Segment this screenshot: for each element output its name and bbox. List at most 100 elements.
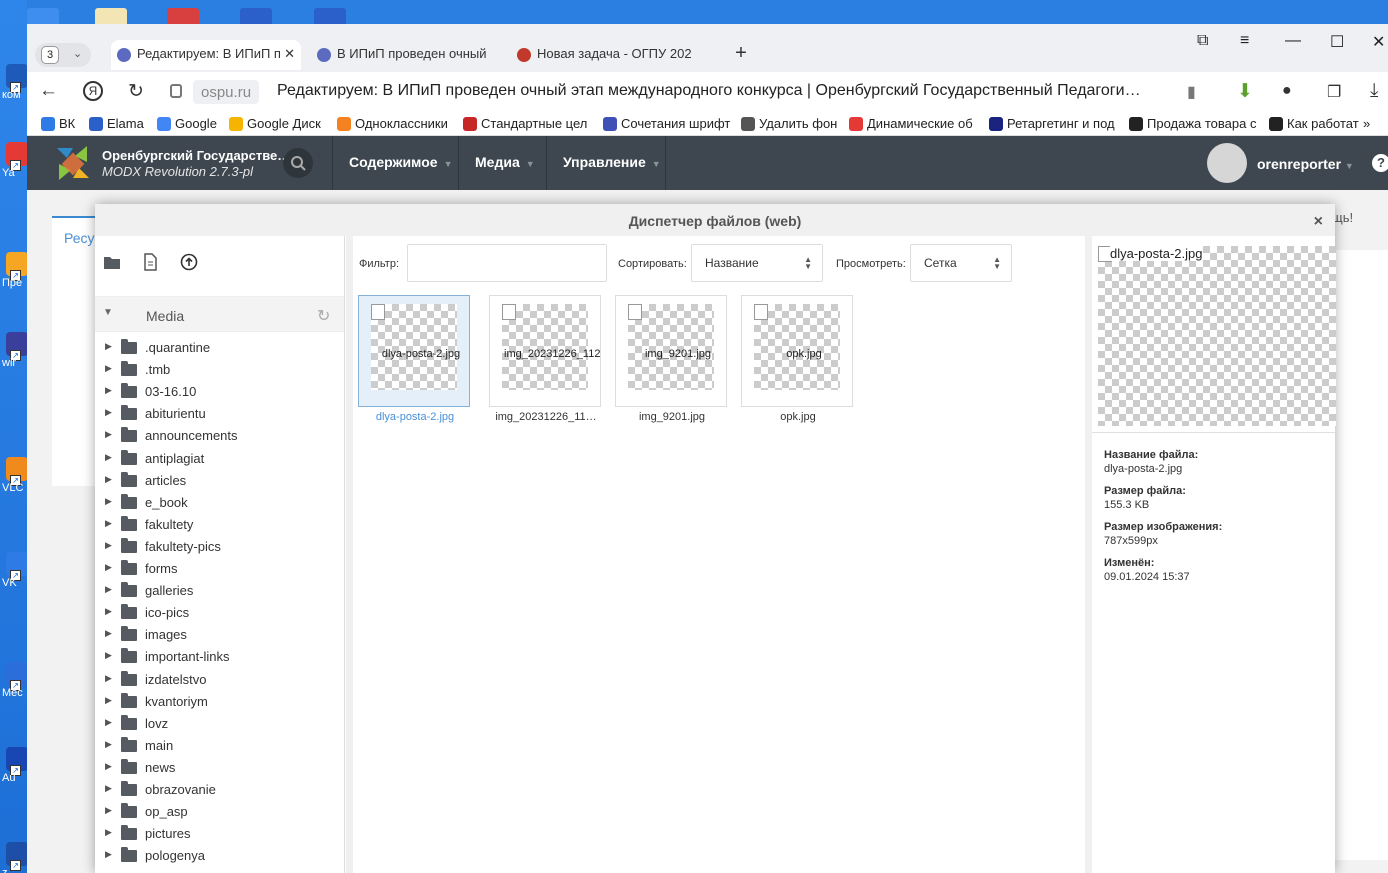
folder-node[interactable]: ▶ .quarantine (95, 337, 344, 359)
folder-node[interactable]: ▶ forms (95, 558, 344, 580)
extension-icon[interactable]: ● (1282, 82, 1292, 100)
caret-right-icon[interactable]: ▶ (105, 783, 112, 794)
folder-node[interactable]: ▶ announcements (95, 425, 344, 447)
desktop-icon[interactable] (314, 8, 346, 24)
refresh-icon[interactable]: ↻ (317, 306, 330, 326)
bookmark-icon[interactable]: ▮ (1187, 82, 1196, 102)
caret-right-icon[interactable]: ▶ (105, 385, 112, 396)
folder-node[interactable]: ▶ news (95, 757, 344, 779)
caret-right-icon[interactable]: ▶ (105, 474, 112, 485)
caret-right-icon[interactable]: ▶ (105, 518, 112, 529)
bookmark-item[interactable]: Стандартные цел (463, 116, 587, 131)
caret-right-icon[interactable]: ▶ (105, 673, 112, 684)
modx-logo[interactable] (53, 144, 91, 182)
folder-node[interactable]: ▶ e_book (95, 492, 344, 514)
site-name[interactable]: Оренбургский Государстве… (102, 148, 290, 163)
bookmarks-panel-icon[interactable]: ⧉ (1197, 32, 1208, 50)
caret-right-icon[interactable]: ▶ (105, 805, 112, 816)
desktop-shortcut[interactable]: ↗ z (0, 840, 28, 873)
close-icon[interactable]: × (1314, 213, 1323, 231)
caret-right-icon[interactable]: ▶ (105, 739, 112, 750)
folder-node[interactable]: ▶ obrazovanie (95, 779, 344, 801)
tab-editing[interactable]: Редактируем: В ИПиП п ✕ (111, 40, 301, 70)
search-button[interactable] (283, 148, 313, 178)
folder-node[interactable]: ▶ pologenya (95, 845, 344, 867)
caret-right-icon[interactable]: ▶ (105, 341, 112, 352)
menu-media[interactable]: Медиа ▼ (458, 136, 546, 190)
caret-right-icon[interactable]: ▶ (105, 761, 112, 772)
caret-right-icon[interactable]: ▶ (105, 606, 112, 617)
sort-select[interactable]: Название ▲ ▼ (691, 244, 823, 282)
folder-node[interactable]: ▶ lovz (95, 713, 344, 735)
bookmark-item[interactable]: Сочетания шрифт (603, 116, 730, 131)
folder-node[interactable]: ▶ fakultety (95, 514, 344, 536)
bookmark-item[interactable]: Одноклассники (337, 116, 448, 131)
desktop-icon[interactable] (167, 8, 199, 24)
close-window-icon[interactable]: ✕ (1372, 32, 1385, 52)
desktop-shortcut[interactable]: ↗ Пре (0, 250, 28, 290)
view-select[interactable]: Сетка ▲ ▼ (910, 244, 1012, 282)
bookmark-item[interactable]: Ретаргетинг и под (989, 116, 1115, 131)
folder-node[interactable]: ▶ abiturientu (95, 403, 344, 425)
new-file-icon[interactable] (141, 253, 159, 271)
desktop-shortcut[interactable]: ↗ Mec (0, 660, 28, 700)
new-tab-button[interactable]: + (730, 43, 752, 65)
desktop-shortcut[interactable]: ↗ wir (0, 330, 28, 370)
desktop-shortcut[interactable]: ↗ VK (0, 550, 28, 590)
folder-node[interactable]: ▶ .tmb (95, 359, 344, 381)
avatar[interactable] (1207, 143, 1247, 183)
desktop-shortcut[interactable]: ↗ Au (0, 745, 28, 785)
caret-right-icon[interactable]: ▶ (105, 827, 112, 838)
file-thumbnail[interactable]: opk.jpg opk.jpg (741, 295, 853, 423)
folder-node[interactable]: ▶ important-links (95, 646, 344, 668)
download-manager-icon[interactable]: ⬇ (1237, 80, 1253, 103)
maximize-icon[interactable]: ☐ (1330, 32, 1344, 52)
folder-node[interactable]: ▶ op_asp (95, 801, 344, 823)
caret-right-icon[interactable]: ▶ (105, 695, 112, 706)
page-title[interactable]: Редактируем: В ИПиП проведен очный этап … (277, 82, 1141, 100)
folder-node[interactable]: ▶ fakultety-pics (95, 536, 344, 558)
caret-right-icon[interactable]: ▶ (105, 407, 112, 418)
folder-node[interactable]: ▶ ico-pics (95, 602, 344, 624)
desktop-shortcut[interactable]: ↗ VLC (0, 455, 28, 495)
file-thumbnail[interactable]: img_9201.jpg img_9201.jpg (615, 295, 727, 423)
menu-icon[interactable]: ≡ (1240, 32, 1249, 50)
minimize-icon[interactable]: — (1285, 32, 1301, 50)
yandex-icon[interactable]: Я (83, 81, 103, 101)
back-icon[interactable]: ← (39, 80, 58, 102)
help-icon[interactable]: ? (1372, 154, 1388, 172)
folder-node[interactable]: ▶ galleries (95, 580, 344, 602)
bookmark-item[interactable]: Elama (89, 116, 144, 131)
file-thumbnail[interactable]: dlya-posta-2.jpg dlya-posta-2.jpg (358, 295, 470, 423)
bookmark-item[interactable]: Google (157, 116, 217, 131)
caret-right-icon[interactable]: ▶ (105, 584, 112, 595)
media-source-node[interactable]: ▼ Media ↻ (95, 296, 344, 332)
reload-icon[interactable]: ↻ (128, 80, 144, 103)
menu-content[interactable]: Содержимое ▼ (332, 136, 458, 190)
filter-input[interactable] (407, 244, 607, 282)
folder-node[interactable]: ▶ main (95, 735, 344, 757)
caret-right-icon[interactable]: ▶ (105, 452, 112, 463)
caret-right-icon[interactable]: ▶ (105, 849, 112, 860)
tab-task[interactable]: Новая задача - ОГПУ 202 (511, 40, 701, 70)
upload-icon[interactable] (180, 253, 198, 271)
folder-node[interactable]: ▶ izdatelstvo (95, 669, 344, 691)
bookmark-item[interactable]: Динамические об (849, 116, 973, 131)
bookmark-item[interactable]: Google Диск (229, 116, 321, 131)
bookmark-item[interactable]: ВК (41, 116, 75, 131)
downloads-icon[interactable]: ⤓ (1370, 80, 1378, 102)
folder-node[interactable]: ▶ articles (95, 470, 344, 492)
folder-node[interactable]: ▶ 03-16.10 (95, 381, 344, 403)
bookmark-item[interactable]: Удалить фон (741, 116, 837, 131)
lock-icon[interactable] (170, 84, 182, 98)
url-domain[interactable]: ospu.ru (193, 80, 260, 104)
file-thumbnail[interactable]: img_20231226_112309 img_20231226_11… (489, 295, 601, 423)
caret-right-icon[interactable]: ▶ (105, 717, 112, 728)
tab-article[interactable]: В ИПиП проведен очный (311, 40, 501, 70)
folder-node[interactable]: ▶ pictures (95, 823, 344, 845)
folder-node[interactable]: ▶ images (95, 624, 344, 646)
more-bookmarks-icon[interactable]: » (1363, 116, 1370, 131)
desktop-icon[interactable] (27, 8, 59, 24)
desktop-shortcut[interactable]: ↗ ком (0, 62, 28, 102)
desktop-icon[interactable] (240, 8, 272, 24)
